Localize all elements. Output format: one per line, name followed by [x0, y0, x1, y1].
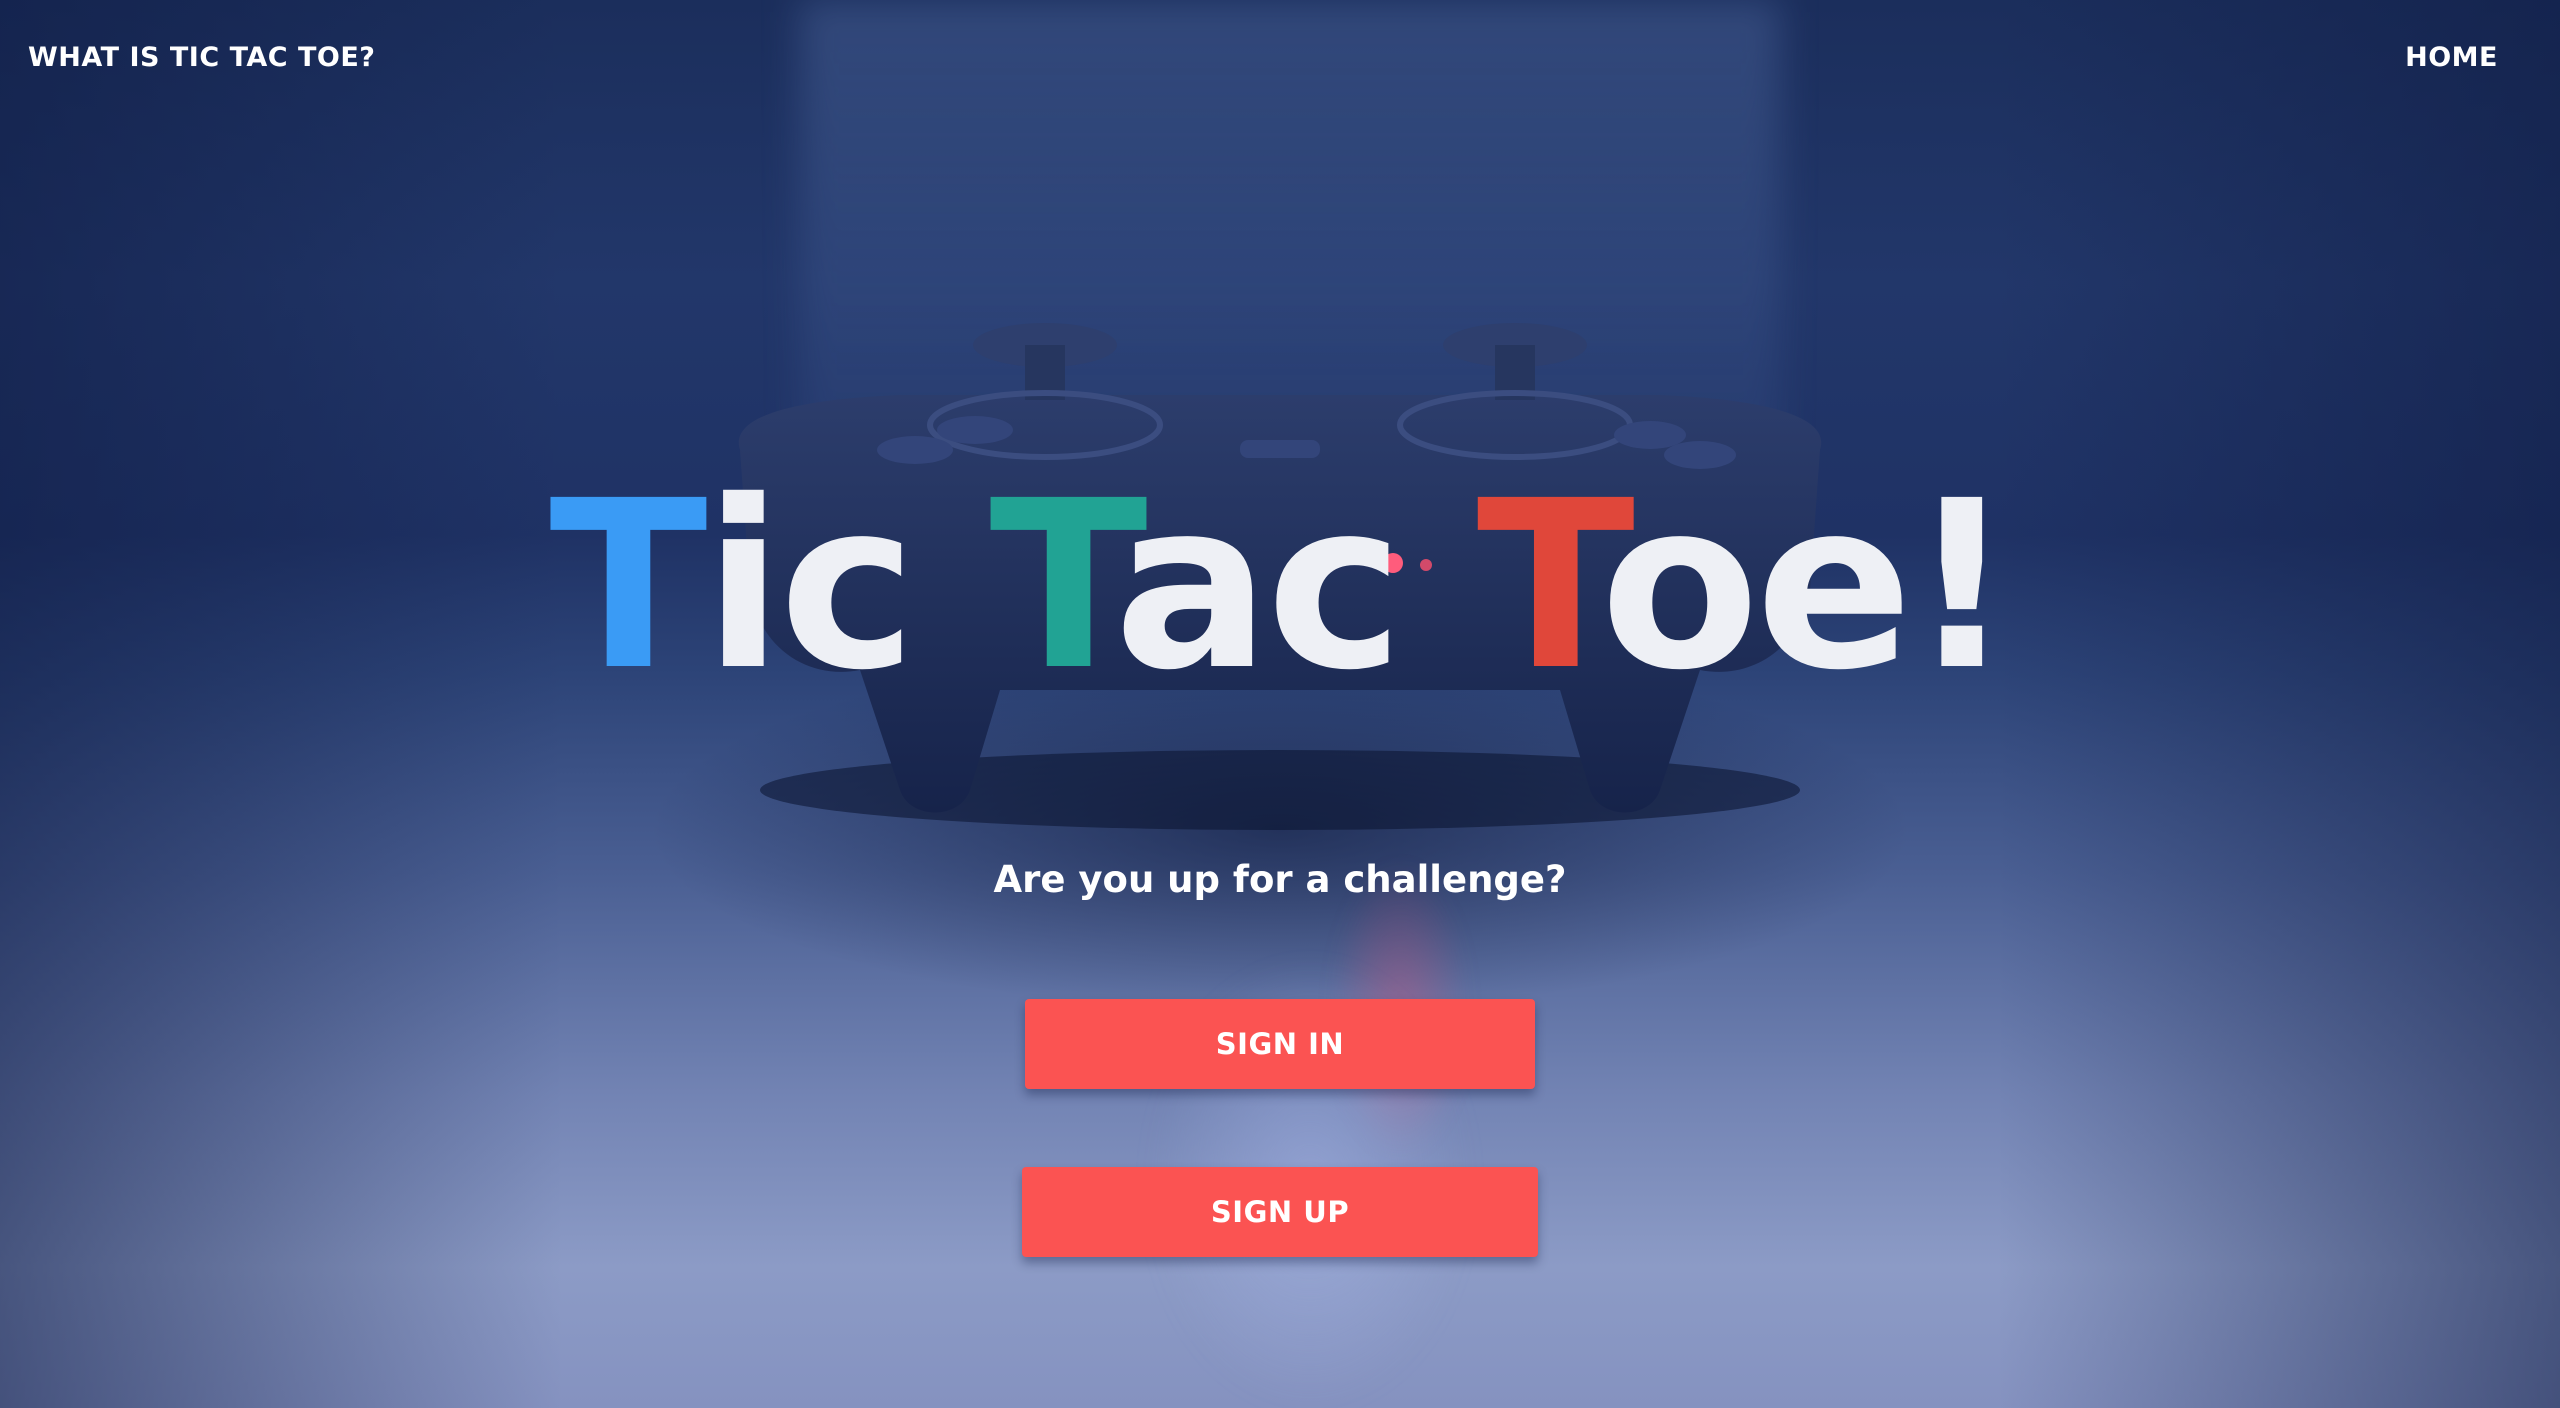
title-part-t3: T: [1476, 451, 1604, 721]
hero-subtitle: Are you up for a challenge?: [993, 858, 1567, 901]
sign-in-button[interactable]: SIGN IN: [1025, 999, 1535, 1089]
sign-up-button[interactable]: SIGN UP: [1022, 1167, 1538, 1257]
title-part-t1: T: [549, 451, 707, 721]
nav-what-is-tic-tac-toe-link[interactable]: WHAT IS TIC TAC TOE?: [28, 42, 375, 73]
title-part-t2: T: [989, 451, 1117, 721]
page-title: Tic Tac Toe!: [0, 470, 2560, 702]
nav-home-link[interactable]: HOME: [2405, 42, 2498, 73]
landing-page: WHAT IS TIC TAC TOE? HOME Tic Tac Toe! A…: [0, 0, 2560, 1408]
title-part-ic: ic: [703, 451, 990, 721]
title-part-oe: oe!: [1600, 451, 2015, 721]
title-part-ac: ac: [1113, 451, 1477, 721]
